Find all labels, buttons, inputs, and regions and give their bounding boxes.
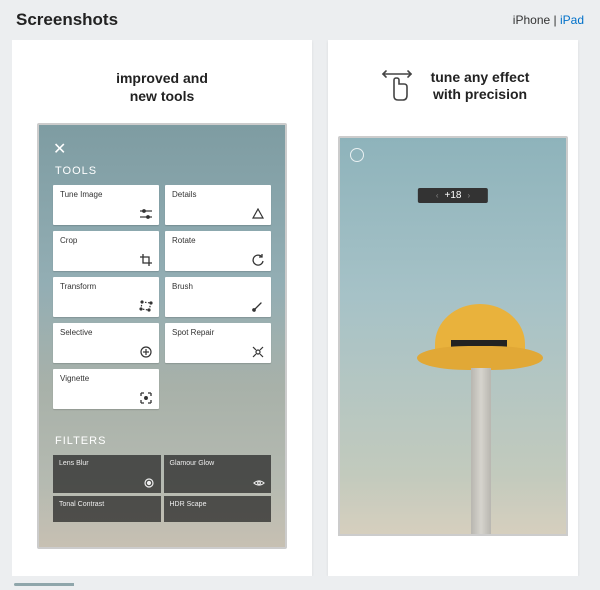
screenshot-caption-1: improved and new tools xyxy=(20,70,304,105)
corner-indicator-icon xyxy=(350,148,364,162)
adjustment-value-pill[interactable]: ‹ +18 › xyxy=(418,188,488,203)
section-header: Screenshots iPhone | iPad xyxy=(12,10,588,30)
adjustment-value: +18 xyxy=(445,190,462,201)
tune-image-icon xyxy=(139,207,153,221)
tool-crop[interactable]: Crop xyxy=(53,231,159,271)
filter-hdr-scape[interactable]: HDR Scape xyxy=(164,496,272,522)
photo-subject-tower xyxy=(395,274,555,534)
tool-details[interactable]: Details xyxy=(165,185,271,225)
tool-spot-repair[interactable]: Spot Repair xyxy=(165,323,271,363)
tool-brush[interactable]: Brush xyxy=(165,277,271,317)
swipe-gesture-icon xyxy=(377,66,417,106)
tools-grid: Tune Image Details Crop xyxy=(53,185,271,409)
details-icon xyxy=(251,207,265,221)
tool-tune-image[interactable]: Tune Image xyxy=(53,185,159,225)
filter-glamour-glow[interactable]: Glamour Glow xyxy=(164,455,272,493)
glamour-glow-icon xyxy=(253,477,265,489)
filters-header: FILTERS xyxy=(39,435,106,447)
crop-icon xyxy=(139,253,153,267)
tools-header: TOOLS xyxy=(39,165,97,177)
vignette-icon xyxy=(139,391,153,405)
screenshot-card-1: improved and new tools ✕ TOOLS Tune Imag… xyxy=(12,40,312,576)
tab-ipad[interactable]: iPad xyxy=(560,13,584,27)
screenshot-card-2: tune any effect with precision ‹ +18 › xyxy=(328,40,578,576)
transform-icon xyxy=(139,299,153,313)
device-tabs: iPhone | iPad xyxy=(513,13,584,27)
filters-grid: Lens Blur Glamour Glow Tonal Contrast xyxy=(53,455,271,522)
tool-transform[interactable]: Transform xyxy=(53,277,159,317)
pill-right-mark: › xyxy=(467,191,470,200)
tool-selective[interactable]: Selective xyxy=(53,323,159,363)
selective-icon xyxy=(139,345,153,359)
brush-icon xyxy=(251,299,265,313)
tool-vignette[interactable]: Vignette xyxy=(53,369,159,409)
filter-lens-blur[interactable]: Lens Blur xyxy=(53,455,161,493)
lens-blur-icon xyxy=(143,477,155,489)
phone-mock-2: ‹ +18 › xyxy=(338,136,568,536)
screenshot-carousel[interactable]: improved and new tools ✕ TOOLS Tune Imag… xyxy=(12,40,588,576)
rotate-icon xyxy=(251,253,265,267)
tool-rotate[interactable]: Rotate xyxy=(165,231,271,271)
close-icon[interactable]: ✕ xyxy=(53,139,66,159)
screenshot-caption-2: tune any effect with precision xyxy=(336,66,570,106)
pill-left-mark: ‹ xyxy=(436,191,439,200)
section-title: Screenshots xyxy=(16,10,118,30)
phone-mock-1: ✕ TOOLS Tune Image Details xyxy=(37,123,287,549)
spot-repair-icon xyxy=(251,345,265,359)
filter-tonal-contrast[interactable]: Tonal Contrast xyxy=(53,496,161,522)
tab-sep: | xyxy=(550,13,560,27)
tab-iphone[interactable]: iPhone xyxy=(513,13,550,27)
